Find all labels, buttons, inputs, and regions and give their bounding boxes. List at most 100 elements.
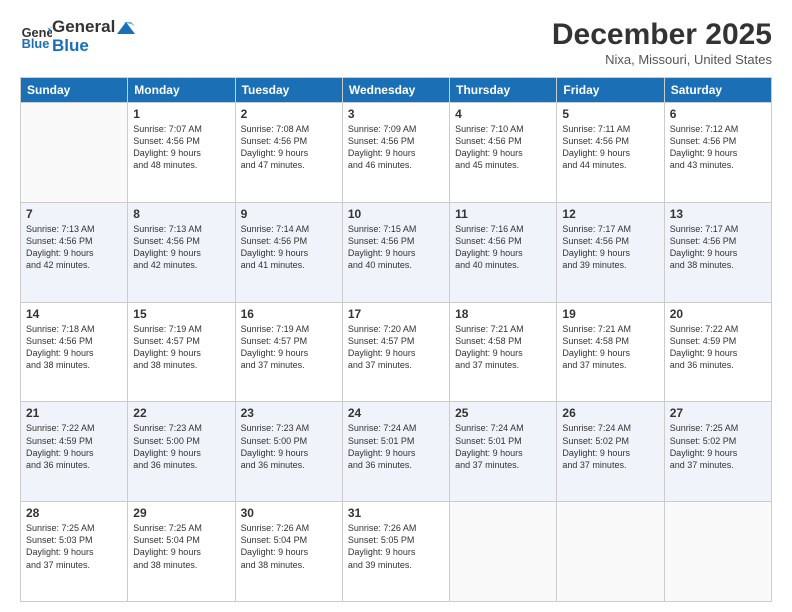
calendar-cell: 10 Sunrise: 7:15 AM Sunset: 4:56 PM Dayli… — [342, 202, 449, 302]
day-number: 21 — [26, 406, 122, 420]
day-info: Sunrise: 7:22 AM Sunset: 4:59 PM Dayligh… — [26, 422, 122, 471]
day-info: Sunrise: 7:25 AM Sunset: 5:04 PM Dayligh… — [133, 522, 229, 571]
calendar-cell: 26 Sunrise: 7:24 AM Sunset: 5:02 PM Dayli… — [557, 402, 664, 502]
calendar-cell: 9 Sunrise: 7:14 AM Sunset: 4:56 PM Daylig… — [235, 202, 342, 302]
calendar-cell: 28 Sunrise: 7:25 AM Sunset: 5:03 PM Dayli… — [21, 502, 128, 602]
day-info: Sunrise: 7:19 AM Sunset: 4:57 PM Dayligh… — [241, 323, 337, 372]
day-number: 5 — [562, 107, 658, 121]
day-info: Sunrise: 7:24 AM Sunset: 5:02 PM Dayligh… — [562, 422, 658, 471]
calendar-cell: 27 Sunrise: 7:25 AM Sunset: 5:02 PM Dayli… — [664, 402, 771, 502]
calendar-cell: 3Sunrise: 7:09 AM Sunset: 4:56 PM Daylig… — [342, 103, 449, 203]
day-info: Sunrise: 7:08 AM Sunset: 4:56 PM Dayligh… — [241, 123, 337, 172]
day-info: Sunrise: 7:26 AM Sunset: 5:04 PM Dayligh… — [241, 522, 337, 571]
day-number: 13 — [670, 207, 766, 221]
calendar-cell — [664, 502, 771, 602]
day-info: Sunrise: 7:24 AM Sunset: 5:01 PM Dayligh… — [455, 422, 551, 471]
day-info: Sunrise: 7:25 AM Sunset: 5:03 PM Dayligh… — [26, 522, 122, 571]
calendar-cell: 2 Sunrise: 7:08 AM Sunset: 4:56 PM Daylig… — [235, 103, 342, 203]
day-number: 27 — [670, 406, 766, 420]
day-header-friday: Friday — [557, 78, 664, 103]
day-number: 4 — [455, 107, 551, 121]
calendar-cell — [557, 502, 664, 602]
day-number: 12 — [562, 207, 658, 221]
day-number: 19 — [562, 307, 658, 321]
day-number: 28 — [26, 506, 122, 520]
day-info: Sunrise: 7:17 AM Sunset: 4:56 PM Dayligh… — [562, 223, 658, 272]
day-number: 7 — [26, 207, 122, 221]
day-info: Sunrise: 7:14 AM Sunset: 4:56 PM Dayligh… — [241, 223, 337, 272]
day-number: 16 — [241, 307, 337, 321]
day-number: 29 — [133, 506, 229, 520]
day-number: 30 — [241, 506, 337, 520]
day-info: Sunrise: 7:11 AM Sunset: 4:56 PM Dayligh… — [562, 123, 658, 172]
day-info: Sunrise: 7:16 AM Sunset: 4:56 PM Dayligh… — [455, 223, 551, 272]
calendar-cell: 4 Sunrise: 7:10 AM Sunset: 4:56 PM Daylig… — [450, 103, 557, 203]
day-number: 25 — [455, 406, 551, 420]
calendar-cell: 6 Sunrise: 7:12 AM Sunset: 4:56 PM Daylig… — [664, 103, 771, 203]
calendar-cell: 18 Sunrise: 7:21 AM Sunset: 4:58 PM Dayli… — [450, 302, 557, 402]
calendar-cell: 20 Sunrise: 7:22 AM Sunset: 4:59 PM Dayli… — [664, 302, 771, 402]
calendar-week-row: 1Sunrise: 7:07 AM Sunset: 4:56 PM Daylig… — [21, 103, 772, 203]
calendar-cell: 19 Sunrise: 7:21 AM Sunset: 4:58 PM Dayli… — [557, 302, 664, 402]
calendar-week-row: 21 Sunrise: 7:22 AM Sunset: 4:59 PM Dayli… — [21, 402, 772, 502]
svg-text:Blue: Blue — [22, 36, 50, 51]
calendar-cell: 15 Sunrise: 7:19 AM Sunset: 4:57 PM Dayli… — [128, 302, 235, 402]
day-header-monday: Monday — [128, 78, 235, 103]
day-info: Sunrise: 7:09 AM Sunset: 4:56 PM Dayligh… — [348, 123, 444, 172]
day-info: Sunrise: 7:12 AM Sunset: 4:56 PM Dayligh… — [670, 123, 766, 172]
day-number: 24 — [348, 406, 444, 420]
day-number: 6 — [670, 107, 766, 121]
calendar-table: SundayMondayTuesdayWednesdayThursdayFrid… — [20, 77, 772, 602]
calendar-cell: 22Sunrise: 7:23 AM Sunset: 5:00 PM Dayli… — [128, 402, 235, 502]
calendar-cell: 21 Sunrise: 7:22 AM Sunset: 4:59 PM Dayli… — [21, 402, 128, 502]
day-number: 31 — [348, 506, 444, 520]
calendar-cell: 7 Sunrise: 7:13 AM Sunset: 4:56 PM Daylig… — [21, 202, 128, 302]
day-number: 1 — [133, 107, 229, 121]
calendar-cell: 31 Sunrise: 7:26 AM Sunset: 5:05 PM Dayli… — [342, 502, 449, 602]
day-info: Sunrise: 7:23 AM Sunset: 5:00 PM Dayligh… — [241, 422, 337, 471]
day-number: 26 — [562, 406, 658, 420]
day-number: 11 — [455, 207, 551, 221]
day-number: 10 — [348, 207, 444, 221]
calendar-week-row: 14 Sunrise: 7:18 AM Sunset: 4:56 PM Dayli… — [21, 302, 772, 402]
day-header-tuesday: Tuesday — [235, 78, 342, 103]
day-info: Sunrise: 7:22 AM Sunset: 4:59 PM Dayligh… — [670, 323, 766, 372]
day-number: 18 — [455, 307, 551, 321]
day-info: Sunrise: 7:15 AM Sunset: 4:56 PM Dayligh… — [348, 223, 444, 272]
day-info: Sunrise: 7:18 AM Sunset: 4:56 PM Dayligh… — [26, 323, 122, 372]
day-number: 14 — [26, 307, 122, 321]
calendar-cell: 30 Sunrise: 7:26 AM Sunset: 5:04 PM Dayli… — [235, 502, 342, 602]
calendar-week-row: 28 Sunrise: 7:25 AM Sunset: 5:03 PM Dayli… — [21, 502, 772, 602]
day-info: Sunrise: 7:21 AM Sunset: 4:58 PM Dayligh… — [562, 323, 658, 372]
calendar-cell: 29 Sunrise: 7:25 AM Sunset: 5:04 PM Dayli… — [128, 502, 235, 602]
calendar-week-row: 7 Sunrise: 7:13 AM Sunset: 4:56 PM Daylig… — [21, 202, 772, 302]
day-info: Sunrise: 7:20 AM Sunset: 4:57 PM Dayligh… — [348, 323, 444, 372]
calendar-cell — [450, 502, 557, 602]
logo: General Blue General Blue — [20, 18, 115, 55]
day-number: 20 — [670, 307, 766, 321]
header: General Blue General Blue December 2025 … — [20, 18, 772, 67]
logo-blue: Blue — [52, 37, 115, 56]
calendar-cell: 11 Sunrise: 7:16 AM Sunset: 4:56 PM Dayli… — [450, 202, 557, 302]
calendar-cell: 23Sunrise: 7:23 AM Sunset: 5:00 PM Dayli… — [235, 402, 342, 502]
calendar-cell: 12 Sunrise: 7:17 AM Sunset: 4:56 PM Dayli… — [557, 202, 664, 302]
calendar-cell: 24 Sunrise: 7:24 AM Sunset: 5:01 PM Dayli… — [342, 402, 449, 502]
day-info: Sunrise: 7:10 AM Sunset: 4:56 PM Dayligh… — [455, 123, 551, 172]
day-number: 17 — [348, 307, 444, 321]
calendar-cell — [21, 103, 128, 203]
day-info: Sunrise: 7:13 AM Sunset: 4:56 PM Dayligh… — [26, 223, 122, 272]
day-header-wednesday: Wednesday — [342, 78, 449, 103]
day-info: Sunrise: 7:13 AM Sunset: 4:56 PM Dayligh… — [133, 223, 229, 272]
day-info: Sunrise: 7:26 AM Sunset: 5:05 PM Dayligh… — [348, 522, 444, 571]
day-info: Sunrise: 7:17 AM Sunset: 4:56 PM Dayligh… — [670, 223, 766, 272]
calendar-cell: 14 Sunrise: 7:18 AM Sunset: 4:56 PM Dayli… — [21, 302, 128, 402]
day-info: Sunrise: 7:25 AM Sunset: 5:02 PM Dayligh… — [670, 422, 766, 471]
calendar-header-row: SundayMondayTuesdayWednesdayThursdayFrid… — [21, 78, 772, 103]
calendar-cell: 13 Sunrise: 7:17 AM Sunset: 4:56 PM Dayli… — [664, 202, 771, 302]
day-info: Sunrise: 7:21 AM Sunset: 4:58 PM Dayligh… — [455, 323, 551, 372]
day-number: 15 — [133, 307, 229, 321]
day-number: 9 — [241, 207, 337, 221]
day-number: 2 — [241, 107, 337, 121]
day-info: Sunrise: 7:24 AM Sunset: 5:01 PM Dayligh… — [348, 422, 444, 471]
day-info: Sunrise: 7:19 AM Sunset: 4:57 PM Dayligh… — [133, 323, 229, 372]
